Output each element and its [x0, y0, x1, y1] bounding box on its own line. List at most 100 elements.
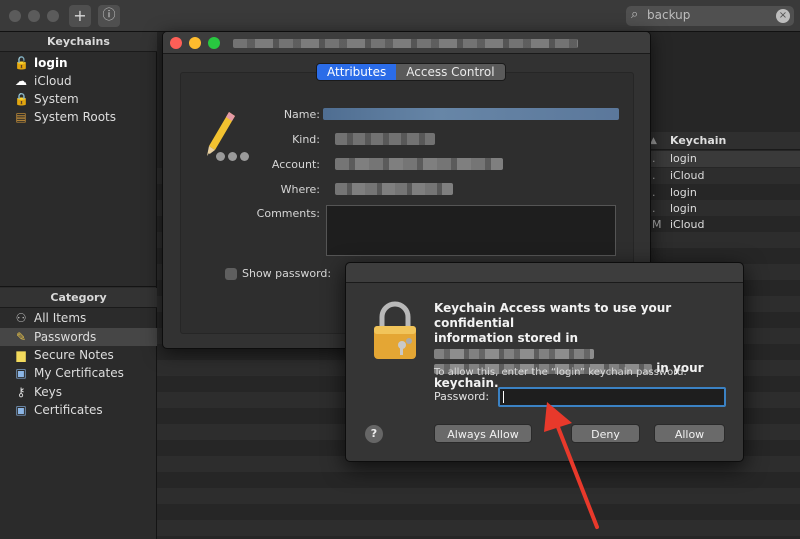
- column-header-label: Keychain: [670, 134, 727, 147]
- account-field[interactable]: [335, 158, 503, 170]
- allow-button[interactable]: Allow: [654, 424, 725, 443]
- close-button[interactable]: [9, 10, 21, 22]
- row-keychain-cell: login: [670, 186, 697, 199]
- dialog-instructions: To allow this, enter the “login” keychai…: [434, 367, 687, 378]
- deny-button[interactable]: Deny: [571, 424, 640, 443]
- minimize-button[interactable]: [28, 10, 40, 22]
- redacted-window-title: [233, 39, 578, 48]
- note-icon: ▆: [16, 348, 26, 362]
- column-header-keychain[interactable]: ▲ Keychain: [650, 132, 800, 150]
- comments-field[interactable]: [326, 205, 616, 256]
- sidebar-item-label: All Items: [34, 311, 87, 325]
- tab-access-control[interactable]: Access Control: [396, 64, 505, 80]
- kind-field[interactable]: [335, 133, 435, 145]
- password-input[interactable]: [498, 387, 726, 407]
- keychains-header: Keychains: [0, 32, 157, 52]
- help-button[interactable]: ?: [365, 425, 383, 443]
- sidebar-item-certificates[interactable]: ▣ Certificates: [0, 401, 157, 419]
- sidebar-item-label: Certificates: [34, 403, 103, 417]
- name-label: Name:: [283, 108, 320, 121]
- row-keychain-cell: login: [670, 202, 697, 215]
- certificate-icon: ▣: [15, 366, 27, 380]
- show-password-checkbox[interactable]: [225, 268, 237, 280]
- sidebar-item-passwords[interactable]: ✎ Passwords: [0, 328, 157, 346]
- sidebar-item-label: My Certificates: [34, 366, 124, 380]
- info-button[interactable]: ⓘ: [98, 5, 120, 27]
- attributes-tab-control: Attributes Access Control: [316, 63, 506, 81]
- sidebar-item-icloud[interactable]: ☁ iCloud: [0, 72, 157, 90]
- row-kind-cell: .: [652, 186, 656, 199]
- search-field[interactable]: ⌕ backup ×: [626, 6, 794, 26]
- sidebar-item-login[interactable]: 🔓 login: [0, 54, 157, 72]
- tab-attributes[interactable]: Attributes: [317, 64, 397, 80]
- sidebar-item-label: iCloud: [34, 74, 72, 88]
- certificate-icon: ▣: [15, 403, 27, 417]
- row-keychain-cell: login: [670, 152, 697, 165]
- sidebar-item-system[interactable]: 🔒 System: [0, 90, 157, 108]
- row-keychain-cell: iCloud: [670, 169, 705, 182]
- sidebar-item-label: login: [34, 56, 68, 70]
- pencil-icon: ✎: [15, 330, 27, 344]
- row-kind-cell: .: [652, 202, 656, 215]
- table-row[interactable]: . login: [650, 151, 800, 167]
- search-icon: ⌕: [631, 7, 639, 22]
- row-kind-cell: M: [652, 218, 662, 231]
- sidebar-item-label: Keys: [34, 385, 63, 399]
- redacted-item-name: [434, 348, 594, 359]
- window-title-bar[interactable]: [163, 32, 650, 54]
- password-label: Password:: [434, 390, 490, 403]
- minimize-window-button[interactable]: [189, 37, 201, 49]
- sidebar-item-label: Passwords: [34, 330, 97, 344]
- zoom-button[interactable]: [47, 10, 59, 22]
- row-kind-cell: .: [652, 169, 656, 182]
- row-stripe: [157, 488, 800, 504]
- where-label: Where:: [280, 183, 320, 196]
- sidebar-divider: [0, 286, 157, 287]
- sidebar-item-my-certificates[interactable]: ▣ My Certificates: [0, 364, 157, 382]
- always-allow-button[interactable]: Always Allow: [434, 424, 532, 443]
- clear-search-icon[interactable]: ×: [776, 9, 790, 23]
- unlocked-padlock-icon: 🔓: [14, 56, 29, 70]
- plus-icon: +: [73, 6, 87, 25]
- add-item-button[interactable]: +: [69, 5, 91, 27]
- where-field[interactable]: [335, 183, 453, 195]
- sidebar-item-keys[interactable]: ⚷ Keys: [0, 383, 157, 401]
- cloud-icon: ☁: [15, 74, 27, 88]
- main-toolbar: + ⓘ ⌕ backup ×: [0, 0, 800, 32]
- zoom-window-button[interactable]: [208, 37, 220, 49]
- show-password-label: Show password:: [242, 267, 332, 280]
- sidebar: Keychains 🔓 login ☁ iCloud 🔒 System ▤ Sy…: [0, 32, 157, 539]
- close-window-button[interactable]: [170, 37, 182, 49]
- sidebar-item-system-roots[interactable]: ▤ System Roots: [0, 108, 157, 126]
- comments-label: Comments:: [256, 207, 320, 220]
- row-kind-cell: .: [652, 152, 656, 165]
- account-label: Account:: [271, 158, 320, 171]
- category-header: Category: [0, 288, 157, 308]
- table-row[interactable]: . login: [650, 201, 800, 217]
- cabinet-icon: ▤: [15, 110, 27, 124]
- sidebar-item-secure-notes[interactable]: ▆ Secure Notes: [0, 346, 157, 364]
- dialog-message-line: information stored in: [434, 331, 579, 345]
- table-row[interactable]: . iCloud: [650, 168, 800, 184]
- people-icon: ⚇: [15, 311, 27, 325]
- text-caret: [503, 391, 504, 403]
- sidebar-item-label: System: [34, 92, 79, 106]
- name-field[interactable]: [323, 108, 619, 120]
- padlock-icon: 🔒: [14, 92, 29, 106]
- dialog-title-bar: [346, 263, 743, 283]
- row-keychain-cell: iCloud: [670, 218, 705, 231]
- key-icon: ⚷: [16, 385, 26, 399]
- dialog-message-line: keychain.: [434, 376, 499, 390]
- sidebar-item-label: Secure Notes: [34, 348, 114, 362]
- info-icon: ⓘ: [102, 8, 116, 23]
- table-row[interactable]: M iCloud: [650, 217, 800, 233]
- row-stripe: [157, 520, 800, 536]
- dialog-message-line: Keychain Access wants to use your confid…: [434, 301, 672, 330]
- table-row[interactable]: . login: [650, 185, 800, 201]
- keychain-password-dialog: Keychain Access wants to use your confid…: [345, 262, 744, 462]
- sidebar-item-label: System Roots: [34, 110, 117, 124]
- padlock-icon: [374, 301, 416, 359]
- kind-label: Kind:: [292, 133, 320, 146]
- search-input[interactable]: backup: [647, 8, 690, 22]
- sidebar-item-all-items[interactable]: ⚇ All Items: [0, 309, 157, 327]
